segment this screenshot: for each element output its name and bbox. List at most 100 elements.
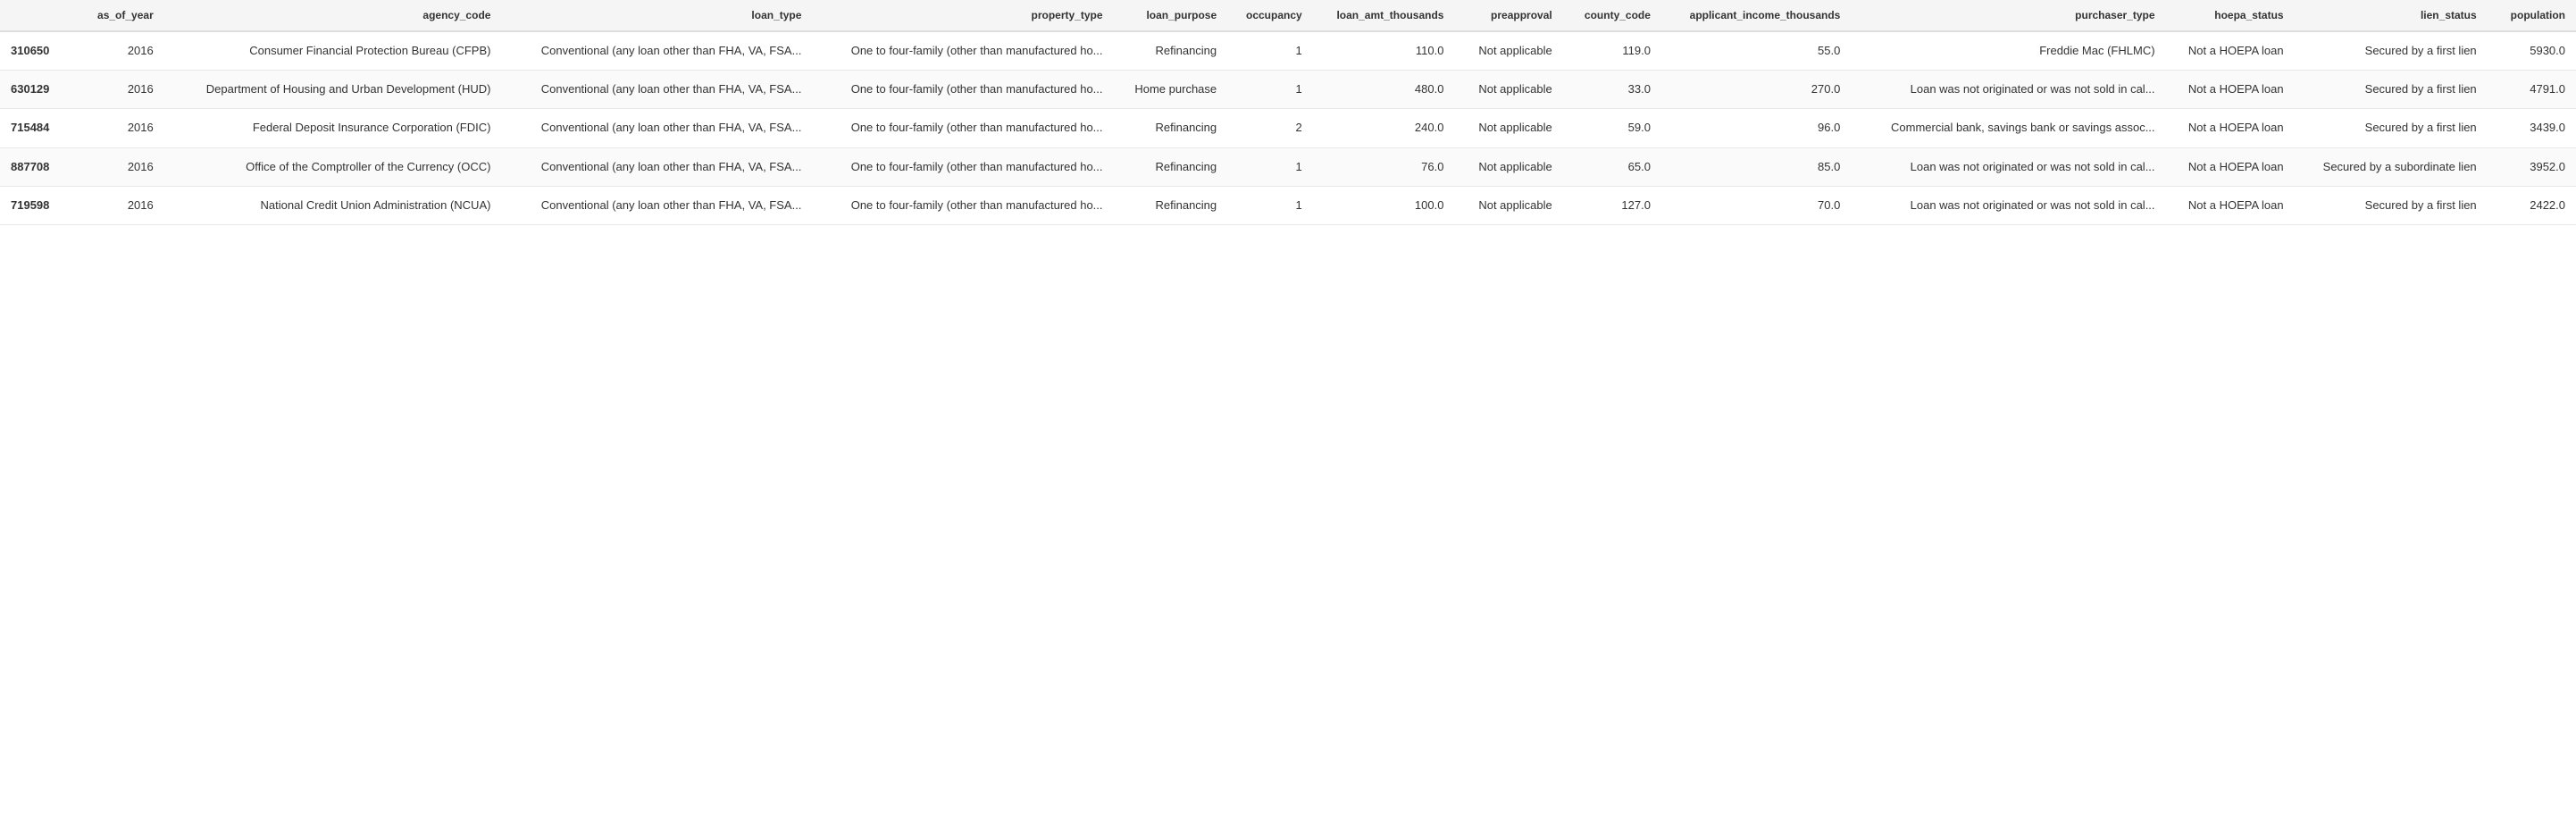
cell-loan_amt_thousands: 100.0 — [1313, 186, 1455, 224]
column-header-population[interactable]: population — [2488, 0, 2576, 31]
column-header-loan_amt_thousands[interactable]: loan_amt_thousands — [1313, 0, 1455, 31]
cell-lien_status: Secured by a first lien — [2295, 71, 2488, 109]
column-header-loan_purpose[interactable]: loan_purpose — [1114, 0, 1228, 31]
cell-as_of_year: 2016 — [79, 147, 164, 186]
cell-as_of_year: 2016 — [79, 186, 164, 224]
cell-lien_status: Secured by a first lien — [2295, 109, 2488, 147]
cell-population: 5930.0 — [2488, 31, 2576, 71]
cell-as_of_year: 2016 — [79, 71, 164, 109]
cell-preapproval: Not applicable — [1454, 186, 1562, 224]
column-header-applicant_income_thousands[interactable]: applicant_income_thousands — [1661, 0, 1851, 31]
cell-county_code: 65.0 — [1563, 147, 1661, 186]
cell-occupancy: 2 — [1227, 109, 1313, 147]
cell-county_code: 127.0 — [1563, 186, 1661, 224]
column-header-lien_status[interactable]: lien_status — [2295, 0, 2488, 31]
cell-loan_amt_thousands: 480.0 — [1313, 71, 1455, 109]
cell-population: 4791.0 — [2488, 71, 2576, 109]
cell-property_type: One to four-family (other than manufactu… — [812, 147, 1113, 186]
cell-population: 3439.0 — [2488, 109, 2576, 147]
column-header-preapproval[interactable]: preapproval — [1454, 0, 1562, 31]
cell-as_of_year: 2016 — [79, 31, 164, 71]
column-header-occupancy[interactable]: occupancy — [1227, 0, 1313, 31]
cell-loan_type: Conventional (any loan other than FHA, V… — [501, 31, 812, 71]
cell-lien_status: Secured by a first lien — [2295, 31, 2488, 71]
column-header-as_of_year[interactable]: as_of_year — [79, 0, 164, 31]
cell-agency_code: Office of the Comptroller of the Currenc… — [164, 147, 502, 186]
header-row: as_of_yearagency_codeloan_typeproperty_t… — [0, 0, 2576, 31]
cell-agency_code: Federal Deposit Insurance Corporation (F… — [164, 109, 502, 147]
data-table: as_of_yearagency_codeloan_typeproperty_t… — [0, 0, 2576, 225]
cell-agency_code: National Credit Union Administration (NC… — [164, 186, 502, 224]
cell-loan_type: Conventional (any loan other than FHA, V… — [501, 109, 812, 147]
cell-id: 719598 — [0, 186, 79, 224]
cell-loan_amt_thousands: 110.0 — [1313, 31, 1455, 71]
cell-id: 715484 — [0, 109, 79, 147]
cell-lien_status: Secured by a first lien — [2295, 186, 2488, 224]
cell-loan_type: Conventional (any loan other than FHA, V… — [501, 186, 812, 224]
cell-occupancy: 1 — [1227, 31, 1313, 71]
table-row: 6301292016Department of Housing and Urba… — [0, 71, 2576, 109]
table-row: 7154842016Federal Deposit Insurance Corp… — [0, 109, 2576, 147]
cell-preapproval: Not applicable — [1454, 147, 1562, 186]
cell-population: 3952.0 — [2488, 147, 2576, 186]
cell-applicant_income_thousands: 55.0 — [1661, 31, 1851, 71]
cell-population: 2422.0 — [2488, 186, 2576, 224]
column-header-purchaser_type[interactable]: purchaser_type — [1851, 0, 2165, 31]
cell-preapproval: Not applicable — [1454, 31, 1562, 71]
cell-loan_type: Conventional (any loan other than FHA, V… — [501, 147, 812, 186]
column-header-property_type[interactable]: property_type — [812, 0, 1113, 31]
cell-applicant_income_thousands: 70.0 — [1661, 186, 1851, 224]
cell-county_code: 33.0 — [1563, 71, 1661, 109]
cell-id: 887708 — [0, 147, 79, 186]
cell-loan_amt_thousands: 76.0 — [1313, 147, 1455, 186]
cell-purchaser_type: Freddie Mac (FHLMC) — [1851, 31, 2165, 71]
cell-hoepa_status: Not a HOEPA loan — [2166, 147, 2295, 186]
cell-id: 630129 — [0, 71, 79, 109]
cell-hoepa_status: Not a HOEPA loan — [2166, 71, 2295, 109]
column-header-loan_type[interactable]: loan_type — [501, 0, 812, 31]
cell-loan_amt_thousands: 240.0 — [1313, 109, 1455, 147]
cell-purchaser_type: Commercial bank, savings bank or savings… — [1851, 109, 2165, 147]
cell-applicant_income_thousands: 85.0 — [1661, 147, 1851, 186]
table-header: as_of_yearagency_codeloan_typeproperty_t… — [0, 0, 2576, 31]
cell-agency_code: Department of Housing and Urban Developm… — [164, 71, 502, 109]
cell-loan_purpose: Refinancing — [1114, 147, 1228, 186]
cell-property_type: One to four-family (other than manufactu… — [812, 31, 1113, 71]
cell-occupancy: 1 — [1227, 71, 1313, 109]
cell-hoepa_status: Not a HOEPA loan — [2166, 109, 2295, 147]
cell-purchaser_type: Loan was not originated or was not sold … — [1851, 71, 2165, 109]
cell-occupancy: 1 — [1227, 147, 1313, 186]
cell-loan_purpose: Refinancing — [1114, 109, 1228, 147]
cell-property_type: One to four-family (other than manufactu… — [812, 109, 1113, 147]
cell-loan_purpose: Home purchase — [1114, 71, 1228, 109]
cell-preapproval: Not applicable — [1454, 71, 1562, 109]
cell-agency_code: Consumer Financial Protection Bureau (CF… — [164, 31, 502, 71]
column-header-county_code[interactable]: county_code — [1563, 0, 1661, 31]
cell-loan_type: Conventional (any loan other than FHA, V… — [501, 71, 812, 109]
cell-loan_purpose: Refinancing — [1114, 186, 1228, 224]
table-row: 8877082016Office of the Comptroller of t… — [0, 147, 2576, 186]
cell-loan_purpose: Refinancing — [1114, 31, 1228, 71]
cell-applicant_income_thousands: 270.0 — [1661, 71, 1851, 109]
cell-occupancy: 1 — [1227, 186, 1313, 224]
column-header-id[interactable] — [0, 0, 79, 31]
cell-county_code: 59.0 — [1563, 109, 1661, 147]
table-row: 3106502016Consumer Financial Protection … — [0, 31, 2576, 71]
cell-lien_status: Secured by a subordinate lien — [2295, 147, 2488, 186]
cell-property_type: One to four-family (other than manufactu… — [812, 71, 1113, 109]
cell-property_type: One to four-family (other than manufactu… — [812, 186, 1113, 224]
cell-preapproval: Not applicable — [1454, 109, 1562, 147]
table-row: 7195982016National Credit Union Administ… — [0, 186, 2576, 224]
main-table-container: as_of_yearagency_codeloan_typeproperty_t… — [0, 0, 2576, 225]
cell-id: 310650 — [0, 31, 79, 71]
cell-county_code: 119.0 — [1563, 31, 1661, 71]
cell-hoepa_status: Not a HOEPA loan — [2166, 186, 2295, 224]
column-header-hoepa_status[interactable]: hoepa_status — [2166, 0, 2295, 31]
cell-applicant_income_thousands: 96.0 — [1661, 109, 1851, 147]
table-body: 3106502016Consumer Financial Protection … — [0, 31, 2576, 224]
cell-purchaser_type: Loan was not originated or was not sold … — [1851, 186, 2165, 224]
cell-hoepa_status: Not a HOEPA loan — [2166, 31, 2295, 71]
cell-purchaser_type: Loan was not originated or was not sold … — [1851, 147, 2165, 186]
cell-as_of_year: 2016 — [79, 109, 164, 147]
column-header-agency_code[interactable]: agency_code — [164, 0, 502, 31]
